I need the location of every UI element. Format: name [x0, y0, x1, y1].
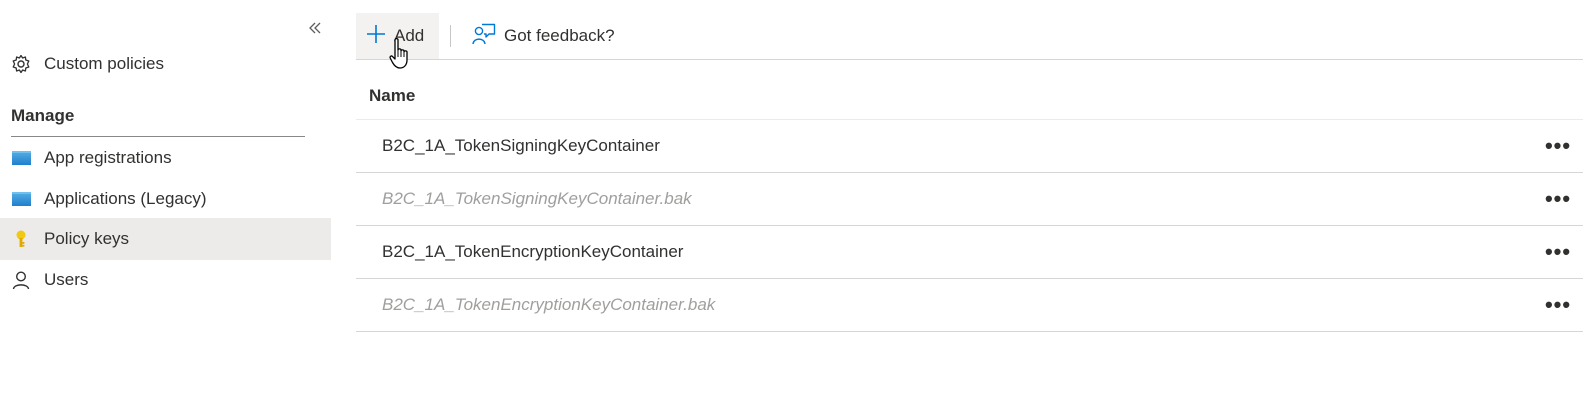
feedback-button-label: Got feedback? — [504, 26, 615, 45]
toolbar-divider — [356, 59, 1583, 60]
more-options-icon[interactable]: ••• — [1545, 294, 1571, 316]
table-row[interactable]: B2C_1A_TokenSigningKeyContainer.bak ••• — [356, 173, 1583, 226]
sidebar-item-applications-legacy[interactable]: Applications (Legacy) — [0, 178, 331, 220]
collapse-sidebar-icon[interactable] — [306, 19, 324, 37]
sidebar-item-label: Applications (Legacy) — [44, 189, 207, 208]
add-button[interactable]: Add — [356, 13, 439, 59]
sidebar-item-users[interactable]: Users — [0, 259, 331, 301]
user-icon — [11, 270, 31, 290]
more-options-icon[interactable]: ••• — [1545, 188, 1571, 210]
applications-icon — [11, 189, 31, 209]
more-options-icon[interactable]: ••• — [1545, 135, 1571, 157]
table-row[interactable]: B2C_1A_TokenSigningKeyContainer ••• — [356, 120, 1583, 173]
sidebar-item-app-registrations[interactable]: App registrations — [0, 137, 331, 179]
gear-icon — [11, 54, 31, 74]
sidebar-item-label: Custom policies — [44, 54, 164, 73]
row-name[interactable]: B2C_1A_TokenSigningKeyContainer — [382, 136, 660, 156]
add-button-label: Add — [394, 26, 425, 45]
sidebar-item-custom-policies[interactable]: Custom policies — [0, 43, 331, 85]
manage-heading: Manage — [11, 106, 75, 125]
command-bar: Add Got feedback? — [356, 13, 627, 59]
row-name[interactable]: B2C_1A_TokenEncryptionKeyContainer.bak — [382, 295, 715, 315]
sidebar-item-policy-keys[interactable]: Policy keys — [0, 218, 331, 260]
column-header-name[interactable]: Name — [356, 73, 1583, 120]
more-options-icon[interactable]: ••• — [1545, 241, 1571, 263]
app-registrations-icon — [11, 148, 31, 168]
table-row[interactable]: B2C_1A_TokenEncryptionKeyContainer.bak •… — [356, 279, 1583, 332]
toolbar-separator — [450, 25, 451, 47]
sidebar: Custom policies Manage App registrations… — [0, 0, 331, 405]
sidebar-item-label: App registrations — [44, 148, 172, 167]
sidebar-item-label: Users — [44, 270, 89, 289]
feedback-icon — [472, 23, 496, 50]
table-row[interactable]: B2C_1A_TokenEncryptionKeyContainer ••• — [356, 226, 1583, 279]
key-icon — [11, 229, 31, 249]
row-name[interactable]: B2C_1A_TokenEncryptionKeyContainer — [382, 242, 683, 262]
feedback-button[interactable]: Got feedback? — [462, 13, 627, 59]
row-name[interactable]: B2C_1A_TokenSigningKeyContainer.bak — [382, 189, 692, 209]
plus-icon — [366, 24, 386, 49]
policy-keys-table: Name B2C_1A_TokenSigningKeyContainer •••… — [356, 73, 1583, 332]
sidebar-item-label: Policy keys — [44, 229, 130, 248]
